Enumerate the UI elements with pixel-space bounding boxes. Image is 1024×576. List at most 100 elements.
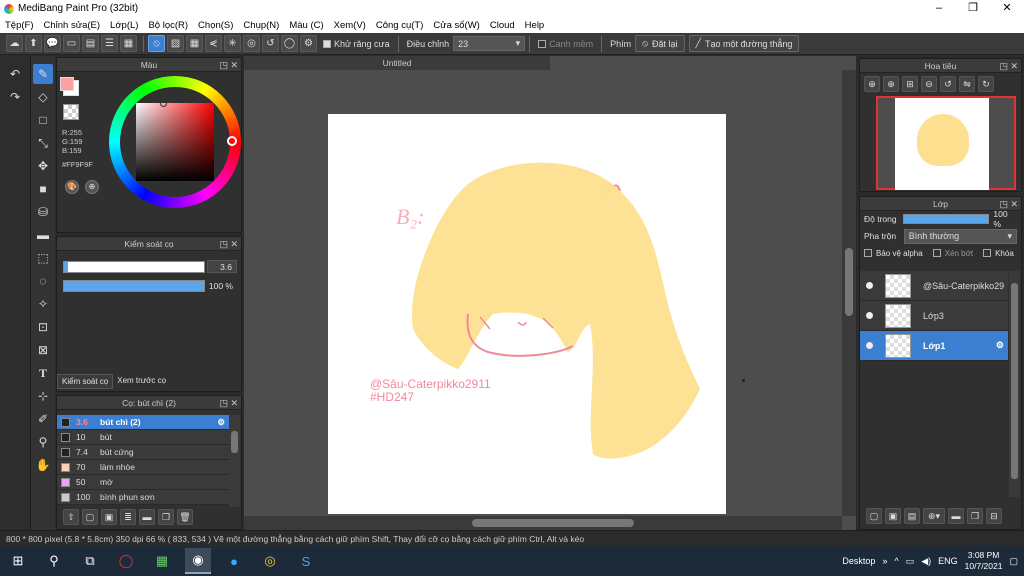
brush-tool-icon[interactable]: ✎ — [33, 64, 53, 84]
duplicate-brush-icon[interactable]: ❐ — [158, 509, 174, 525]
network-icon[interactable]: ▭ — [906, 556, 915, 567]
game-icon[interactable]: ▦ — [149, 548, 175, 574]
layer-item[interactable]: Lớp3 — [860, 301, 1008, 331]
chrome-icon[interactable]: ◎ — [257, 548, 283, 574]
panel-controls[interactable]: ◳ ✕ — [999, 197, 1018, 211]
add-palette-icon[interactable]: ⊕ — [85, 180, 99, 194]
smooth-toggle[interactable]: Canh mềm — [538, 39, 593, 49]
new-brush-icon[interactable]: ▢ — [82, 509, 98, 525]
saturation-value-square[interactable] — [136, 103, 214, 181]
dot-tool-icon[interactable]: □ — [33, 110, 53, 130]
layer-item[interactable]: Lớp1 ⚙ — [860, 331, 1008, 361]
task-view-icon[interactable]: ⧉ — [77, 548, 103, 574]
panel-controls[interactable]: ◳ ✕ — [219, 237, 238, 251]
adjust-dropdown[interactable]: 23 ▾ — [453, 36, 526, 51]
message-icon[interactable]: ▭ — [63, 35, 80, 52]
opera-icon[interactable]: ◯ — [113, 548, 139, 574]
canvas-vertical-scrollbar[interactable] — [842, 70, 856, 516]
gear-icon[interactable]: ⚙ — [217, 417, 225, 428]
grid-icon[interactable]: ▦ — [120, 35, 137, 52]
brush-size-slider[interactable] — [63, 261, 205, 273]
notification-icon[interactable]: ▢ — [1009, 556, 1018, 567]
document-icon[interactable]: ▤ — [82, 35, 99, 52]
line-button[interactable]: ╱ Tạo một đường thẳng — [688, 35, 800, 52]
folder-icon[interactable]: ▬ — [139, 509, 155, 525]
duplicate-layer-icon[interactable]: ❐ — [967, 508, 983, 524]
rotate-left-icon[interactable]: ↺ — [940, 76, 956, 92]
redo-icon[interactable]: ↷ — [5, 87, 25, 107]
save-icon[interactable]: ⬆ — [25, 35, 42, 52]
search-icon[interactable]: ⚲ — [41, 548, 67, 574]
undo-icon[interactable]: ↶ — [5, 64, 25, 84]
chevron-up-icon[interactable]: ^ — [894, 556, 898, 566]
menu-filter[interactable]: Bộ lọc(R) — [143, 20, 193, 31]
upload-brush-icon[interactable]: ⇧ — [63, 509, 79, 525]
panel-controls[interactable]: ◳ ✕ — [999, 59, 1018, 73]
divide-tool-icon[interactable]: ⊹ — [33, 386, 53, 406]
menu-cloud[interactable]: Cloud — [485, 20, 520, 31]
new-layer-icon[interactable]: ▢ — [866, 508, 882, 524]
snap-off-icon[interactable]: ⦸ — [148, 35, 165, 52]
gear-icon[interactable]: ⚙ — [996, 340, 1004, 351]
hue-picker-handle[interactable] — [227, 136, 237, 146]
volume-icon[interactable]: ◀) — [921, 556, 931, 567]
visibility-eye-icon[interactable] — [866, 312, 873, 319]
clock[interactable]: 3:08 PM 10/7/2021 — [965, 550, 1003, 572]
menu-color[interactable]: Màu (C) — [284, 20, 328, 31]
brush-item[interactable]: 3.6 bút chì (2) ⚙ — [57, 415, 229, 430]
magic-wand-tool-icon[interactable]: ✧ — [33, 294, 53, 314]
zoom-out-icon[interactable]: ⊖ — [921, 76, 937, 92]
move-tool-icon[interactable]: ✥ — [33, 156, 53, 176]
menu-help[interactable]: Help — [520, 20, 550, 31]
panel-controls[interactable]: ◳ ✕ — [219, 58, 238, 72]
brush-opacity-slider[interactable] — [63, 280, 205, 292]
snap-radial-icon[interactable]: ⋞ — [205, 35, 222, 52]
layer-scroll-thumb[interactable] — [1011, 283, 1018, 479]
select-tool-icon[interactable]: ⬚ — [33, 248, 53, 268]
brush-options-icon[interactable]: ▣ — [101, 509, 117, 525]
layer-list-scrollbar[interactable] — [1009, 271, 1020, 497]
brush-list-scrollbar[interactable] — [229, 415, 240, 507]
document-tab[interactable]: Untitled — [244, 56, 550, 70]
panel-controls[interactable]: ◳ ✕ — [219, 396, 238, 410]
snap-parallel-icon[interactable]: ▨ — [167, 35, 184, 52]
menu-edit[interactable]: Chỉnh sửa(E) — [39, 20, 106, 31]
tab-brush-control[interactable]: Kiểm soát cọ — [57, 374, 114, 389]
brush-item[interactable]: 7.4 bút cứng — [57, 445, 229, 460]
layer-properties-icon[interactable]: ▤ — [904, 508, 920, 524]
zalo-icon[interactable]: ● — [221, 548, 247, 574]
menu-window[interactable]: Cửa sổ(W) — [428, 20, 484, 31]
language-indicator[interactable]: ENG — [938, 556, 958, 566]
pick-tool-icon[interactable]: ⚲ — [33, 432, 53, 452]
brush-item[interactable]: 100 bình phun sơn — [57, 490, 229, 505]
snap-focus-icon[interactable]: ✳ — [224, 35, 241, 52]
settings-icon[interactable]: ⚙ — [300, 35, 317, 52]
menu-view[interactable]: Xem(V) — [329, 20, 371, 31]
hue-wheel[interactable] — [109, 76, 241, 208]
visibility-eye-icon[interactable] — [866, 282, 873, 289]
protect-alpha-checkbox[interactable] — [864, 249, 872, 257]
lock-checkbox[interactable] — [983, 249, 992, 257]
zoom-actual-icon[interactable]: ⊞ — [902, 76, 918, 92]
menu-tools[interactable]: Công cụ(T) — [371, 20, 429, 31]
smooth-checkbox[interactable] — [538, 39, 547, 48]
antialias-toggle[interactable]: Khử răng cưa — [323, 39, 390, 49]
palette-icon[interactable]: 🎨 — [65, 180, 79, 194]
eraser-tool-icon[interactable]: ◇ — [33, 87, 53, 107]
hand-tool-icon[interactable]: ✋ — [33, 455, 53, 475]
desktop-label[interactable]: Desktop — [842, 556, 875, 566]
brush-item[interactable]: 70 làm nhòe — [57, 460, 229, 475]
brush-size-value[interactable]: 3.6 — [207, 260, 237, 273]
canvas-area[interactable]: Untitled B₂: @Sâu-Caterpikko2911 #HD247 — [244, 56, 856, 530]
flip-icon[interactable]: ⇋ — [959, 76, 975, 92]
layer-opacity-slider[interactable] — [903, 214, 990, 224]
cloud-icon[interactable]: ☁ — [6, 35, 23, 52]
close-button[interactable]: ✕ — [990, 0, 1024, 17]
object-tool-icon[interactable]: ⤡ — [33, 133, 53, 153]
menu-layer[interactable]: Lớp(L) — [105, 20, 143, 31]
snap-curve-icon[interactable]: ↺ — [262, 35, 279, 52]
menu-select[interactable]: Chọn(S) — [193, 20, 238, 31]
rotate-right-icon[interactable]: ↻ — [978, 76, 994, 92]
medibang-taskbar-icon[interactable]: ◉ — [185, 548, 211, 574]
bucket-tool-icon[interactable]: ⛁ — [33, 202, 53, 222]
